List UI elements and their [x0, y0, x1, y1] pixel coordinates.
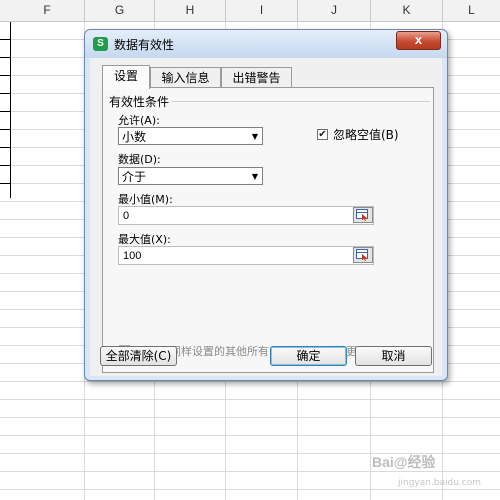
cell-border [0, 39, 10, 40]
minimum-range-select-button[interactable] [353, 207, 373, 223]
column-header-j[interactable]: J [298, 0, 371, 21]
cell-border [0, 57, 10, 58]
dialog-titlebar[interactable]: S 数据有效性 x [85, 30, 447, 58]
column-header-bar: F G H I J K L [0, 0, 500, 22]
maximum-input[interactable]: 100 [118, 246, 374, 265]
ok-button[interactable]: 确定 [270, 346, 347, 366]
data-label: 数据(D): [118, 153, 161, 166]
clear-all-button[interactable]: 全部清除(C) [100, 346, 177, 366]
cell-border [0, 111, 10, 112]
column-header-h[interactable]: H [155, 0, 226, 21]
wps-app-icon: S [93, 37, 108, 51]
chevron-down-icon: ▼ [251, 172, 258, 181]
data-select-value: 介于 [122, 170, 147, 184]
minimum-label: 最小值(M): [118, 193, 173, 206]
column-header-f[interactable]: F [10, 0, 85, 21]
cell-border [0, 147, 10, 148]
column-header-l[interactable]: L [443, 0, 500, 21]
cell-border [0, 93, 10, 94]
dialog-title: 数据有效性 [114, 38, 175, 52]
data-validation-dialog: S 数据有效性 x 设置 输入信息 出错警告 有效性条件 允许(A): 小数 ▼… [84, 29, 448, 381]
cancel-button[interactable]: 取消 [355, 346, 432, 366]
ignore-blank-checkbox[interactable]: ✔ [317, 129, 328, 140]
cell-border [0, 75, 10, 76]
tab-error-alert[interactable]: 出错警告 [221, 67, 292, 88]
data-select[interactable]: 介于 ▼ [118, 167, 263, 185]
baidu-watermark-url: jingyan.baidu.com [398, 478, 482, 488]
range-select-icon [356, 209, 368, 221]
close-button[interactable]: x [396, 31, 441, 50]
column-header-g[interactable]: G [85, 0, 155, 21]
column-header-i[interactable]: I [226, 0, 298, 21]
maximum-range-select-button[interactable] [353, 247, 373, 263]
close-icon: x [414, 32, 423, 47]
column-header-k[interactable]: K [371, 0, 443, 21]
maximum-label: 最大值(X): [118, 233, 171, 246]
allow-select[interactable]: 小数 ▼ [118, 127, 263, 145]
chevron-down-icon: ▼ [251, 132, 258, 141]
baidu-watermark: Bai@经验 [372, 454, 436, 470]
validation-criteria-label: 有效性条件 [109, 93, 173, 110]
range-select-icon [356, 249, 368, 261]
bordered-cell-range [0, 22, 11, 198]
cell-border [0, 129, 10, 130]
cell-border [0, 165, 10, 166]
tab-input-message[interactable]: 输入信息 [150, 67, 221, 88]
tab-settings[interactable]: 设置 [102, 65, 150, 89]
allow-select-value: 小数 [122, 130, 147, 144]
check-icon: ✔ [318, 129, 327, 140]
dialog-body: 设置 输入信息 出错警告 有效性条件 允许(A): 小数 ▼ ✔ 忽略空值(B)… [90, 58, 442, 376]
cell-border [0, 183, 10, 184]
allow-label: 允许(A): [118, 114, 160, 127]
minimum-input[interactable]: 0 [118, 206, 374, 225]
ignore-blank-label[interactable]: 忽略空值(B) [333, 126, 399, 143]
